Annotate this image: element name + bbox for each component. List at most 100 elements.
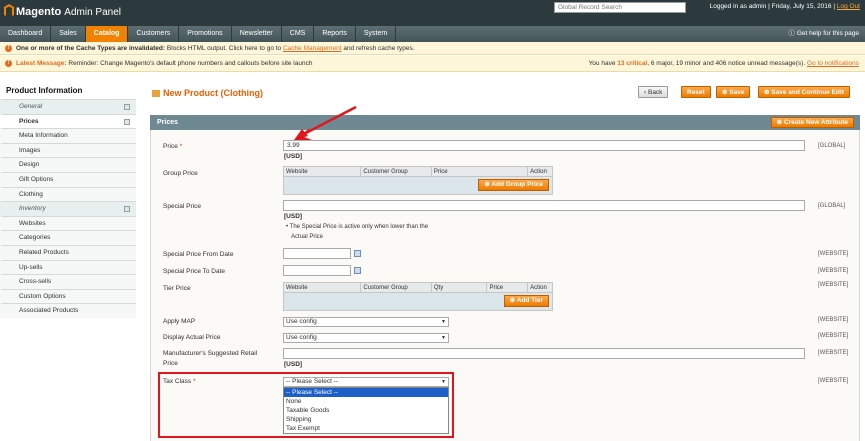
notifications-link[interactable]: Go to notifications: [807, 60, 859, 67]
nav-item-customers[interactable]: Customers: [128, 26, 180, 42]
calendar-icon[interactable]: [354, 250, 361, 257]
sidebar-item-label: Associated Products: [19, 307, 79, 315]
group-col-action: Action: [530, 169, 547, 175]
msrp-label-2: Price: [163, 360, 178, 367]
sidebar-item-label: Gift Options: [19, 175, 54, 183]
nav-item-reports[interactable]: Reports: [314, 26, 356, 42]
highlight-box: [158, 372, 454, 438]
display-actual-scope: [WEBSITE]: [818, 333, 849, 339]
tier-col-qty: Qty: [432, 283, 488, 292]
sidebar-item-cross-sells[interactable]: Cross-sells: [0, 274, 136, 289]
save-button[interactable]: ⊕ Save: [716, 86, 751, 98]
sidebar-item-clothing[interactable]: Clothing: [0, 186, 136, 202]
nav-item-catalog[interactable]: Catalog: [85, 26, 129, 42]
price-input[interactable]: 3.99: [283, 140, 805, 151]
msrp-input[interactable]: [283, 348, 805, 359]
logout-link[interactable]: Log Out: [837, 3, 860, 10]
sidebar-title: Product Information: [6, 86, 83, 95]
date-text: Friday, July 15, 2016: [771, 3, 832, 10]
nav-item-dashboard[interactable]: Dashboard: [0, 26, 52, 42]
product-sidebar: Product Information General Prices Meta In…: [0, 86, 136, 318]
nav-item-sales[interactable]: Sales: [51, 26, 86, 42]
special-price-input[interactable]: [283, 200, 805, 211]
nav-item-system[interactable]: System: [356, 26, 397, 42]
dropdown-arrow-icon: ▼: [441, 335, 446, 341]
tier-col-price: Price: [487, 283, 529, 292]
logged-in-text: Logged in as admin: [709, 3, 767, 10]
collapse-toggle-icon[interactable]: [124, 104, 130, 110]
sidebar-item-inventory[interactable]: Inventory: [0, 201, 136, 216]
special-to-input[interactable]: [283, 265, 351, 276]
msrp-currency: [USD]: [284, 361, 303, 368]
tier-price-scope: [WEBSITE]: [818, 282, 849, 288]
create-attribute-button[interactable]: ⊕ Create New Attribute: [770, 117, 854, 128]
sidebar-item-general[interactable]: General: [0, 99, 136, 114]
sidebar-item-label: Cross-sells: [19, 278, 52, 286]
tier-price-label: Tier Price: [163, 285, 191, 292]
back-button[interactable]: ‹ Back: [638, 86, 669, 98]
display-actual-select[interactable]: Use config ▼: [283, 333, 449, 343]
sidebar-item-design[interactable]: Design: [0, 157, 136, 172]
sidebar-item-prices[interactable]: Prices: [0, 113, 136, 129]
magento-logo-icon: [4, 4, 14, 16]
add-group-price-button[interactable]: ⊕ Add Group Price: [478, 179, 549, 191]
nav-item-newsletter[interactable]: Newsletter: [232, 26, 282, 42]
nav-item-promotions[interactable]: Promotions: [179, 26, 232, 42]
sidebar-item-label: Up-sells: [19, 263, 43, 271]
sidebar-item-label: Related Products: [19, 248, 69, 256]
sidebar-item-label: Categories: [19, 234, 51, 242]
collapse-toggle-icon[interactable]: [124, 118, 130, 125]
special-from-label: Special Price From Date: [163, 251, 234, 258]
help-link[interactable]: ⓘ Get help for this page: [789, 26, 859, 42]
special-to-label: Special Price To Date: [163, 268, 226, 275]
apply-map-select[interactable]: Use config ▼: [283, 317, 449, 327]
sidebar-item-websites[interactable]: Websites: [0, 215, 136, 231]
sidebar-item-gift-options[interactable]: Gift Options: [0, 171, 136, 187]
nav-item-cms[interactable]: CMS: [282, 26, 315, 42]
sidebar-item-label: Inventory: [19, 205, 46, 213]
special-from-input[interactable]: [283, 248, 351, 259]
sidebar-item-label: Websites: [19, 219, 46, 227]
special-price-scope: [GLOBAL]: [818, 203, 846, 209]
main-nav: Dashboard Sales Catalog Customers Promotions…: [0, 26, 865, 42]
msrp-scope: [WEBSITE]: [818, 350, 849, 356]
group-col-website: Website: [284, 167, 362, 176]
annotation-arrow-icon: [294, 105, 357, 140]
header-meta: Logged in as admin | Friday, July 15, 20…: [709, 3, 860, 10]
special-from-scope: [WEBSITE]: [818, 251, 849, 257]
sidebar-item-up-sells[interactable]: Up-sells: [0, 259, 136, 275]
cache-management-link[interactable]: Cache Management: [283, 45, 342, 52]
collapse-toggle-icon[interactable]: [124, 206, 130, 213]
calendar-icon[interactable]: [354, 267, 361, 274]
special-price-currency: [USD]: [284, 213, 303, 220]
special-price-note-2: Actual Price: [291, 234, 324, 240]
sidebar-item-associated-products[interactable]: Associated Products: [0, 303, 136, 318]
sidebar-item-meta-information[interactable]: Meta Information: [0, 128, 136, 143]
price-label: Price *: [163, 143, 183, 150]
sidebar-item-related-products[interactable]: Related Products: [0, 244, 136, 260]
sidebar-item-categories[interactable]: Categories: [0, 230, 136, 245]
global-search-input[interactable]: [554, 2, 686, 13]
sidebar-item-label: Custom Options: [19, 292, 66, 300]
sidebar-item-label: Images: [19, 146, 41, 154]
help-icon: ⓘ: [788, 30, 796, 37]
sidebar-item-label: Prices: [19, 117, 39, 125]
tax-class-scope: [WEBSITE]: [818, 378, 849, 384]
add-tier-button[interactable]: ⊕ Add Tier: [503, 295, 549, 307]
alert-icon: !: [5, 45, 12, 52]
tier-price-grid: Website Customer Group Qty Price Action …: [283, 282, 553, 311]
app-logo[interactable]: Magento Admin Panel: [16, 6, 121, 18]
tier-col-customer-group: Customer Group: [361, 283, 432, 292]
cache-message: ! One or more of the Cache Types are inv…: [0, 42, 865, 55]
sidebar-item-custom-options[interactable]: Custom Options: [0, 288, 136, 304]
tier-col-website: Website: [284, 283, 362, 292]
special-price-label: Special Price: [163, 203, 201, 210]
apply-map-scope: [WEBSITE]: [818, 317, 849, 323]
latest-message: ! Latest Message: Reminder: Change Magen…: [0, 56, 865, 72]
special-to-scope: [WEBSITE]: [818, 268, 849, 274]
apply-map-label: Apply MAP: [163, 318, 196, 325]
reset-button[interactable]: Reset: [681, 86, 711, 98]
sidebar-item-images[interactable]: Images: [0, 142, 136, 158]
group-price-label: Group Price: [163, 170, 198, 177]
save-continue-button[interactable]: ⊕ Save and Continue Edit: [758, 86, 850, 98]
